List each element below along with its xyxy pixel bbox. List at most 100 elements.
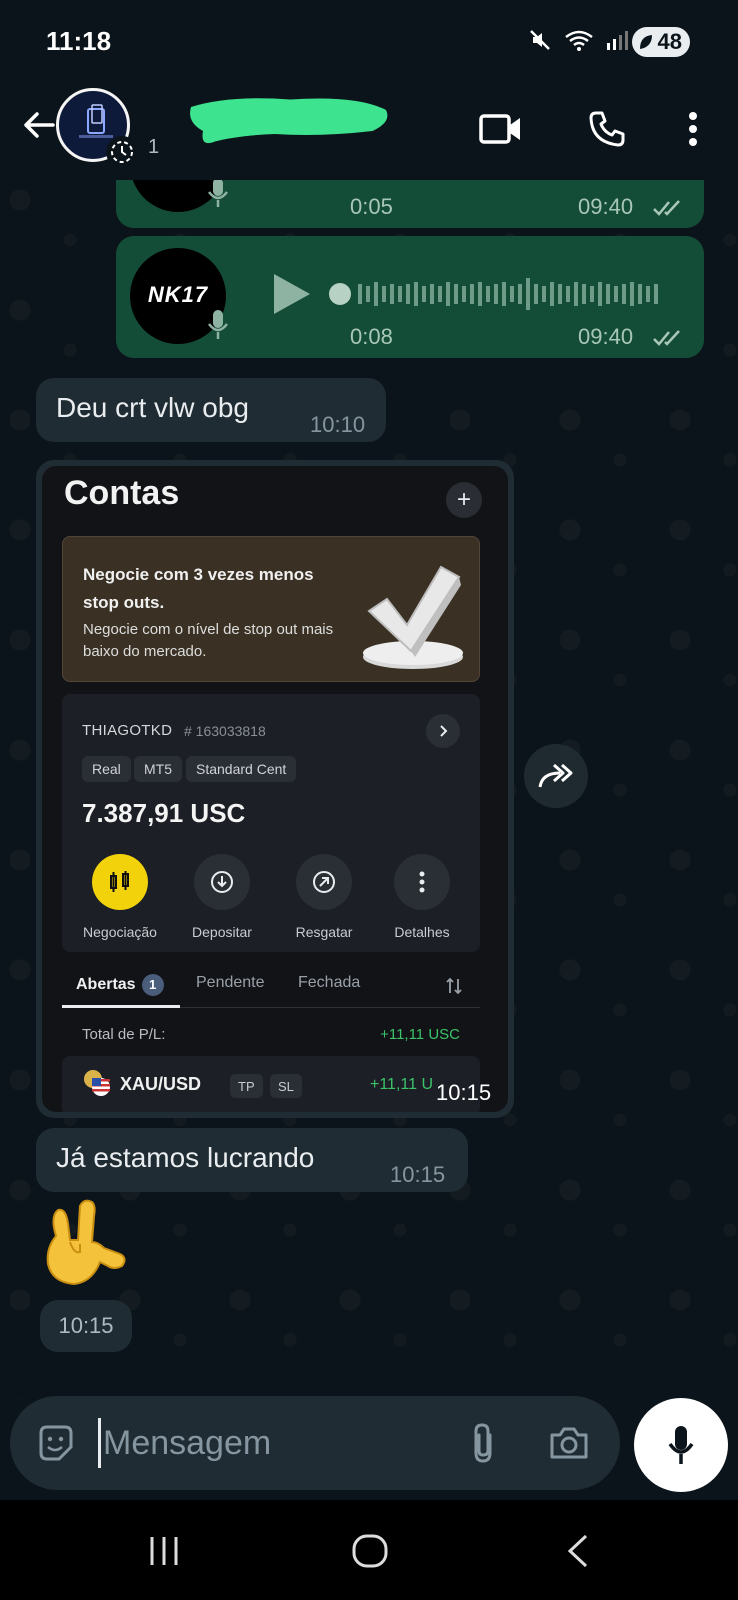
action-trade: Negociação [72, 854, 168, 940]
image-message-time: 10:15 [436, 1080, 492, 1105]
action-details: Detalhes [374, 854, 470, 940]
audio-message[interactable]: NK17 0:08 09:40 [116, 236, 704, 358]
position-pl: +11,11 U [370, 1076, 434, 1093]
status-time: 11:18 [46, 26, 112, 56]
audio-waveform[interactable] [328, 276, 668, 312]
message-text: Já estamos lucrando [56, 1142, 315, 1173]
account-chip: MT5 [134, 756, 182, 782]
nav-back-icon [567, 1534, 588, 1568]
tab-label: Abertas [76, 976, 136, 994]
system-nav-bar [0, 1500, 738, 1600]
sticker-icon [39, 1425, 73, 1461]
status-bar: 11:18 48 [0, 0, 738, 80]
recents-button[interactable] [134, 1528, 194, 1574]
mic-icon [208, 180, 228, 207]
screenshot-title: Contas [64, 474, 180, 512]
checkmark-trophy-icon [363, 565, 463, 669]
pl-label: Total de P/L: [82, 1026, 166, 1043]
account-name: THIAGOTKD [82, 722, 173, 739]
action-withdraw: Resgatar [276, 854, 372, 940]
voice-call-button[interactable] [582, 104, 632, 154]
message-time: 10:15 [40, 1300, 132, 1352]
phone-icon [589, 111, 625, 147]
status-update-icon [106, 136, 138, 168]
arrow-up-right-circle-icon [296, 854, 352, 910]
sticker-button[interactable] [30, 1418, 80, 1468]
double-check-icon [653, 330, 680, 346]
double-check-icon [653, 200, 680, 216]
love-you-gesture-emoji[interactable] [34, 1196, 130, 1292]
action-label: Resgatar [295, 924, 353, 940]
image-message[interactable]: Contas + Negocie com 3 vezes menos stop … [36, 460, 514, 1118]
promo-banner: Negocie com 3 vezes menos stop outs. Neg… [62, 536, 480, 682]
home-icon [352, 1534, 388, 1568]
more-options-icon [689, 112, 697, 146]
recents-icon [150, 1537, 178, 1565]
voice-record-button[interactable] [634, 1398, 728, 1492]
open-count-badge: 1 [141, 974, 164, 996]
mic-icon [668, 1426, 694, 1464]
promo-heading: Negocie com 3 vezes menos stop outs. [83, 565, 314, 612]
tab-open: Abertas 1 [76, 974, 164, 996]
play-icon[interactable] [272, 272, 312, 316]
promo-subtext: Negocie com o nível de stop out mais bai… [83, 621, 334, 660]
message-time: 09:40 [578, 324, 634, 349]
battery-level: 48 [657, 29, 682, 54]
candlestick-icon [92, 854, 148, 910]
audio-message[interactable]: 0:05 09:40 [116, 180, 704, 228]
attach-button[interactable] [458, 1418, 508, 1468]
contact-name-redaction [190, 98, 388, 144]
audio-duration: 0:08 [350, 324, 393, 349]
sort-icon [446, 977, 462, 995]
position-symbol: XAU/USD [120, 1074, 202, 1094]
battery-indicator: 48 [632, 27, 690, 57]
position-chip: TP [230, 1074, 263, 1098]
forward-button[interactable] [524, 744, 588, 808]
active-tab-indicator [62, 1005, 180, 1008]
video-call-button[interactable] [476, 104, 526, 154]
tab-closed: Fechada [298, 974, 361, 991]
wifi-icon [565, 30, 593, 51]
home-button[interactable] [340, 1528, 400, 1574]
chat-area[interactable]: 0:05 09:40 NK17 0:08 09:40 Deu crt vlw o… [0, 180, 738, 1400]
positions-tabs: Abertas 1 Pendente Fechada [62, 964, 480, 1008]
message-time: 10:15 [390, 1162, 446, 1187]
total-pl-row: Total de P/L: +11,11 USC [82, 1026, 460, 1043]
message-time: 10:10 [310, 412, 366, 437]
action-label: Depositar [192, 924, 252, 940]
attach-icon [474, 1423, 492, 1463]
mic-icon [208, 310, 228, 339]
chat-header: 1 [0, 80, 738, 180]
message-input[interactable] [98, 1418, 458, 1468]
battery-saver-icon [640, 35, 652, 49]
action-label: Negociação [83, 924, 157, 940]
position-row: XAU/USD TP SL +11,11 U [62, 1056, 480, 1112]
account-id: # 163033818 [184, 723, 266, 739]
shared-screenshot[interactable]: Contas + Negocie com 3 vezes menos stop … [42, 466, 508, 1112]
account-chip: Standard Cent [186, 756, 297, 782]
message-text: Deu crt vlw obg [56, 392, 249, 423]
video-call-icon [479, 114, 520, 144]
forward-icon [538, 763, 573, 788]
chevron-right-icon [426, 714, 460, 748]
position-chip: SL [270, 1074, 302, 1098]
account-chip: Real [82, 756, 131, 782]
gold-usd-flag-icon [84, 1070, 110, 1096]
more-options-button[interactable] [668, 104, 718, 154]
action-label: Detalhes [394, 924, 450, 940]
account-card: THIAGOTKD # 163033818 Real MT5 Standard … [62, 694, 480, 952]
download-circle-icon [194, 854, 250, 910]
tab-pending: Pendente [196, 974, 265, 991]
incoming-message[interactable]: Deu crt vlw obg 10:10 [36, 378, 386, 442]
signal-1-icon [607, 31, 628, 50]
nav-back-button[interactable] [548, 1528, 608, 1574]
pl-value: +11,11 USC [380, 1026, 460, 1043]
camera-button[interactable] [544, 1418, 594, 1468]
audio-duration: 0:05 [350, 194, 393, 219]
vertical-dots-icon [394, 854, 450, 910]
audio-avatar-logo: NK17 [147, 282, 209, 307]
incoming-message[interactable]: Já estamos lucrando 10:15 [36, 1128, 468, 1192]
message-composer [10, 1396, 620, 1490]
message-time: 09:40 [578, 194, 634, 219]
screenshot-plus-button: + [446, 482, 482, 518]
